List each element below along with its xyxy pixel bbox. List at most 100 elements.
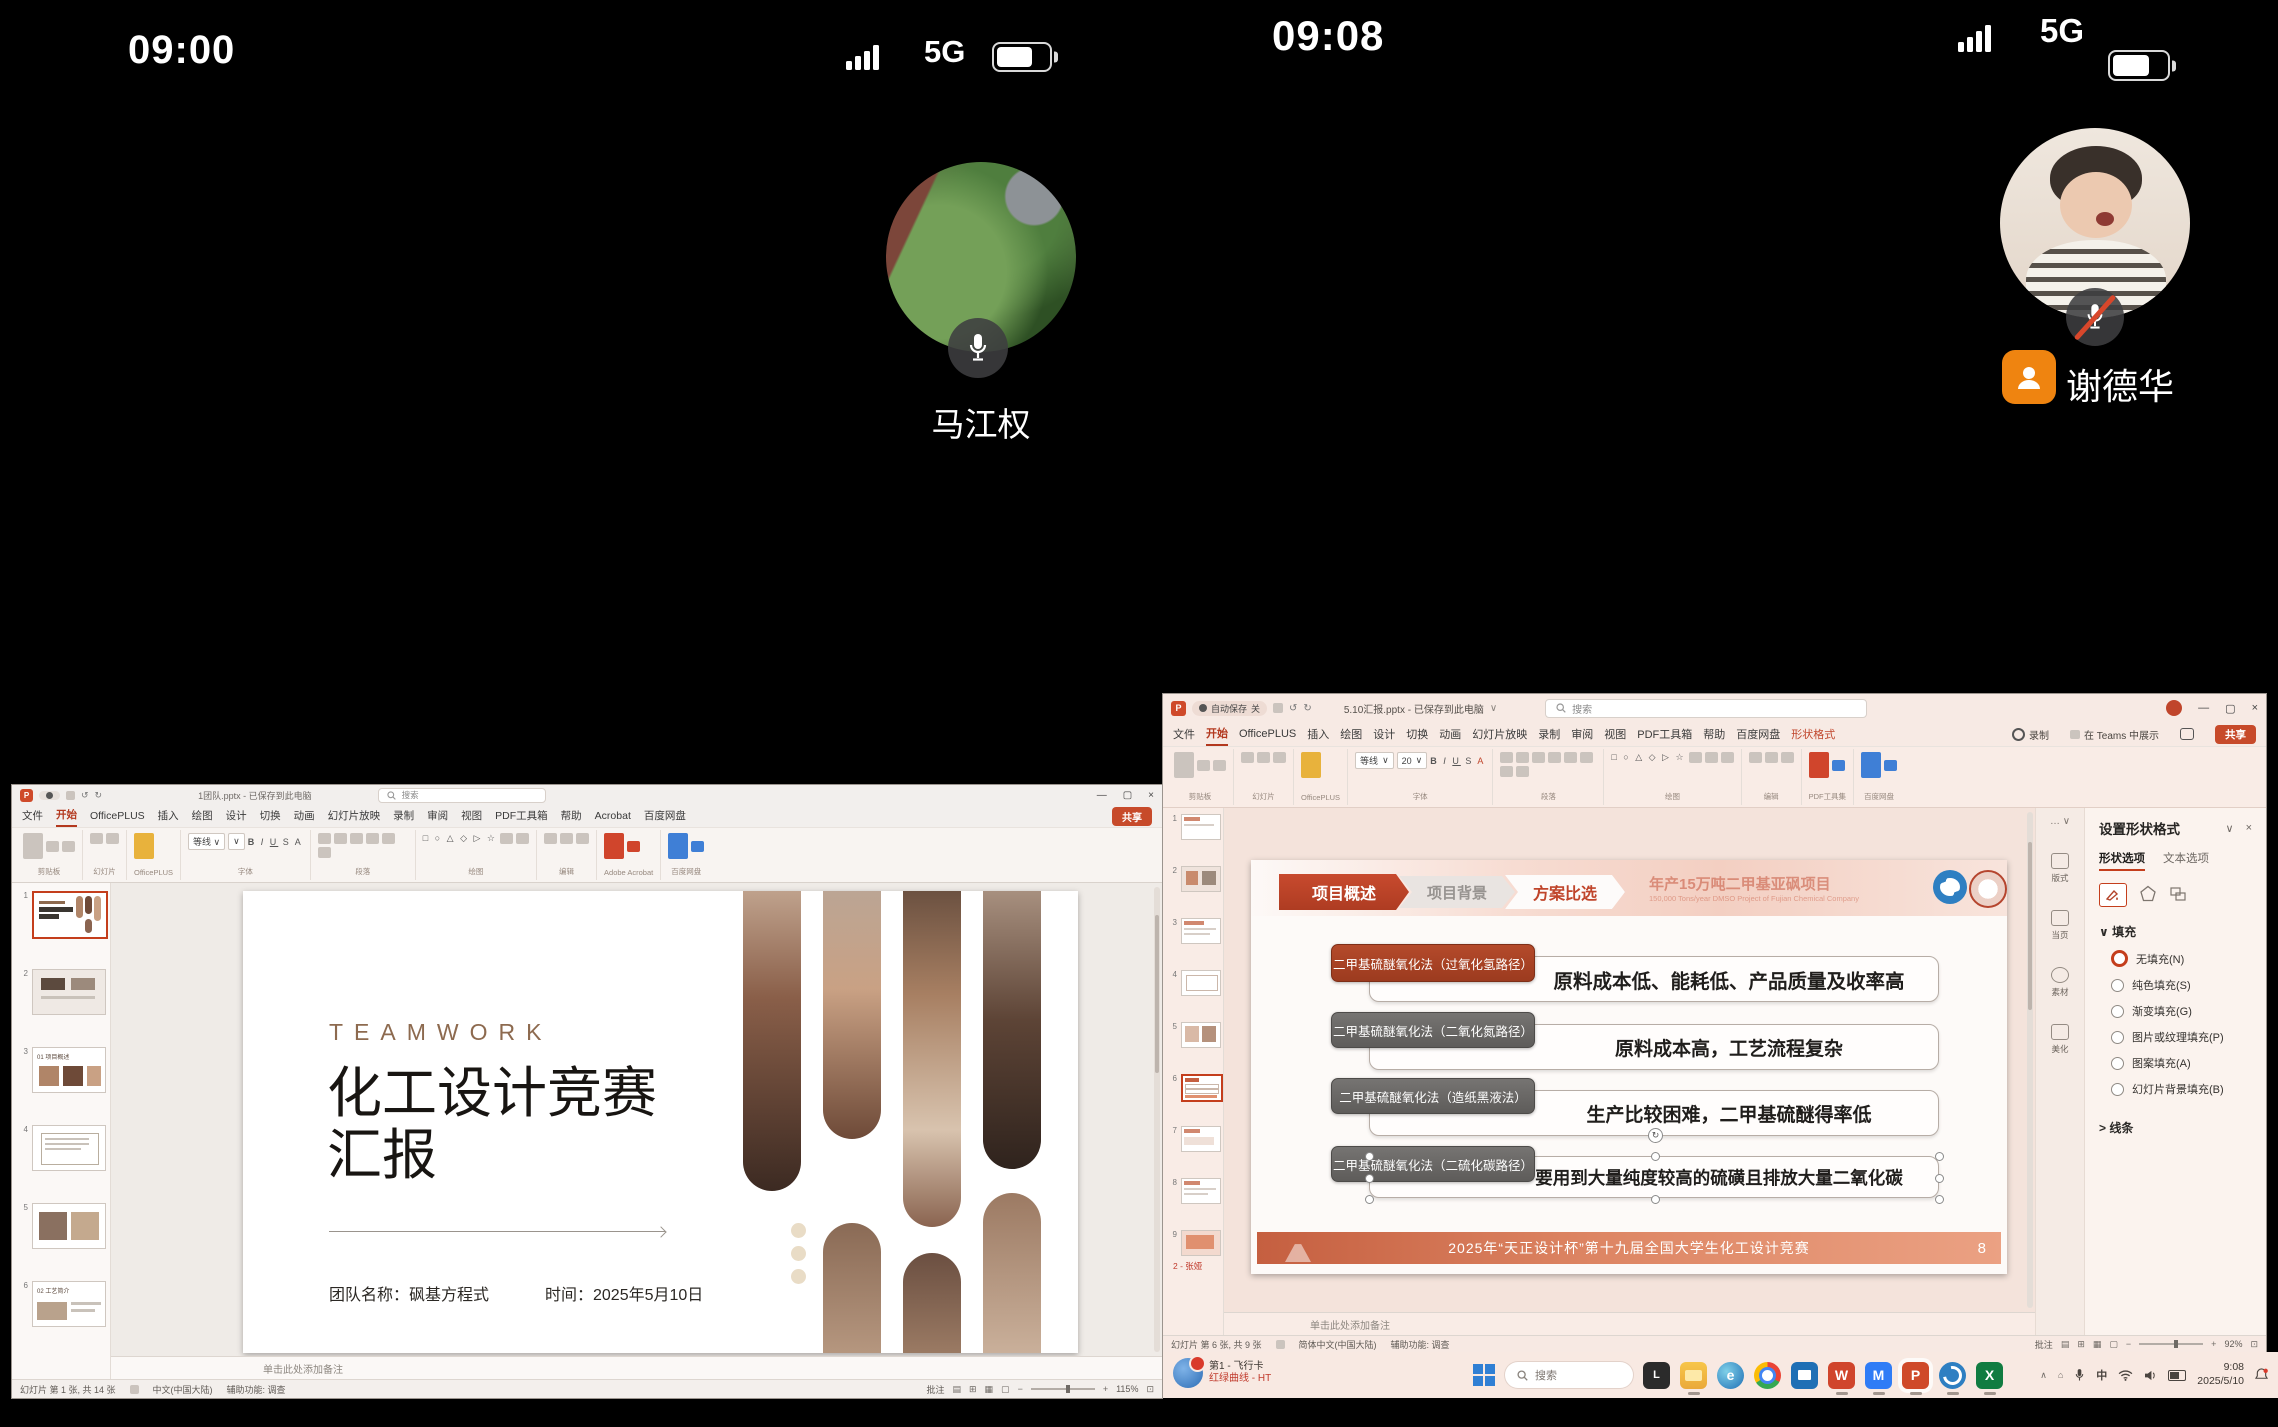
app-icon-company[interactable] (1939, 1362, 1966, 1389)
create-pdf-button[interactable] (604, 833, 624, 859)
tab-home[interactable]: 开始 (56, 805, 77, 827)
taskbar-notification-widget[interactable]: 第1 - 飞行卡 红绿曲线 - HT (1173, 1358, 1271, 1388)
save-to-netdisk-button[interactable] (668, 833, 688, 859)
share-button[interactable]: 共享 (2215, 725, 2256, 744)
fill-section-header[interactable]: ∨ 填充 (2099, 923, 2252, 940)
ribbon-button[interactable] (1516, 766, 1529, 777)
ribbon-button[interactable] (1500, 752, 1513, 763)
save-icon[interactable] (66, 791, 75, 800)
selection-handle[interactable] (1651, 1195, 1660, 1204)
zoom-slider[interactable] (2139, 1343, 2203, 1345)
ribbon-button[interactable] (1273, 752, 1286, 763)
notes-pane-left[interactable]: 单击此处添加备注 (111, 1356, 1162, 1379)
tab-baidu-netdisk[interactable]: 百度网盘 (1736, 724, 1780, 745)
taskbar-search[interactable]: 搜索 (1505, 1362, 1633, 1388)
tab-officeplus[interactable]: OfficePLUS (90, 808, 145, 825)
slide-thumbnail-9[interactable]: 9 (1167, 1230, 1221, 1256)
line-section-header[interactable]: > 线条 (2099, 1119, 2252, 1136)
slide-thumbnail-2[interactable]: 2 (1167, 866, 1221, 892)
selection-handle[interactable] (1365, 1152, 1374, 1161)
slide-thumbnail-5[interactable]: 5 (1167, 1022, 1221, 1048)
language-indicator[interactable]: 中文(中国大陆) (153, 1383, 213, 1396)
method-label-1[interactable]: 二甲基硫醚氧化法（过氧化氢路径） (1331, 944, 1535, 982)
fill-option-pattern[interactable]: 图案填充(A) (2111, 1055, 2252, 1071)
shape-outline-button[interactable] (516, 833, 529, 844)
tab-pdftools[interactable]: PDF工具箱 (495, 806, 548, 826)
slide-thumbnail-1[interactable]: 1 (1167, 814, 1221, 840)
ribbon-button[interactable] (334, 833, 347, 844)
windows-start-button[interactable] (1473, 1364, 1495, 1386)
redo-icon[interactable]: ↻ (1303, 703, 1311, 714)
minimize-button[interactable]: — (2198, 702, 2209, 714)
vertical-scrollbar[interactable] (2027, 812, 2033, 1308)
redo-icon[interactable]: ↻ (95, 790, 103, 801)
reading-view-icon[interactable]: ▦ (985, 1384, 994, 1395)
method-label-4[interactable]: 二甲基硫醚氧化法（二硫化碳路径） (1331, 1146, 1535, 1182)
ribbon-button[interactable] (62, 841, 75, 852)
accessibility-status[interactable]: 辅助功能: 调查 (1391, 1338, 1450, 1351)
ribbon-button[interactable] (1257, 752, 1270, 763)
slideshow-icon[interactable]: ▢ (1001, 1384, 1010, 1395)
panel-tab-shape-options[interactable]: 形状选项 (2099, 850, 2145, 871)
new-slide-button[interactable] (1241, 752, 1254, 763)
app-icon-wps[interactable]: W (1828, 1362, 1855, 1389)
app-icon-chrome[interactable] (1754, 1362, 1781, 1389)
replace-button[interactable] (560, 833, 573, 844)
tab-slideshow[interactable]: 幻灯片放映 (328, 806, 381, 826)
shape-fill-button[interactable] (1689, 752, 1702, 763)
selection-handle[interactable] (1935, 1174, 1944, 1183)
ribbon-button[interactable] (1516, 752, 1529, 763)
new-slide-button[interactable] (90, 833, 103, 844)
ribbon-button[interactable] (1580, 752, 1593, 763)
fill-option-solid[interactable]: 纯色填充(S) (2111, 977, 2252, 993)
accessibility-status[interactable]: 辅助功能: 调查 (227, 1383, 286, 1396)
ribbon-button[interactable] (1832, 760, 1845, 771)
slide-thumbnail-4[interactable]: 4 (18, 1125, 106, 1171)
app-icon-store[interactable] (1791, 1362, 1818, 1389)
tray-battery-icon[interactable] (2168, 1370, 2186, 1381)
app-icon-meeting[interactable]: M (1865, 1362, 1892, 1389)
fill-and-line-icon[interactable] (2099, 883, 2127, 907)
zoom-level[interactable]: 115% (1116, 1384, 1138, 1394)
app-icon-powerpoint[interactable]: P (1902, 1362, 1929, 1389)
paste-button[interactable] (23, 833, 43, 859)
tray-home-icon[interactable]: ⌂ (2058, 1370, 2063, 1380)
tab-review[interactable]: 审阅 (1571, 724, 1593, 745)
fill-option-background[interactable]: 幻灯片背景填充(B) (2111, 1081, 2252, 1097)
replace-button[interactable] (1765, 752, 1778, 763)
tray-wifi-icon[interactable] (2118, 1370, 2133, 1381)
tray-ime-indicator[interactable]: 中 (2096, 1367, 2107, 1383)
vertical-scrollbar[interactable] (1154, 887, 1160, 1352)
tab-view[interactable]: 视图 (1604, 724, 1626, 745)
tab-home[interactable]: 开始 (1206, 723, 1228, 746)
tab-transitions[interactable]: 切换 (260, 806, 281, 826)
rotate-handle[interactable]: ↻ (1648, 1128, 1663, 1143)
display-settings-icon[interactable] (1276, 1340, 1285, 1349)
size-properties-icon[interactable] (2169, 886, 2187, 905)
ribbon-button[interactable] (1809, 752, 1829, 778)
ribbon-button[interactable] (1564, 752, 1577, 763)
present-in-teams-button[interactable]: 在 Teams 中展示 (2070, 727, 2159, 742)
method-label-3[interactable]: 二甲基硫醚氧化法（造纸黑液法） (1331, 1078, 1535, 1114)
account-avatar[interactable] (2166, 700, 2182, 716)
search-box[interactable]: 搜索 (378, 788, 546, 803)
tab-view[interactable]: 视图 (461, 806, 482, 826)
effects-icon[interactable] (2139, 885, 2157, 906)
panel-close-icon[interactable]: × (2246, 822, 2252, 834)
normal-view-icon[interactable]: ▤ (2061, 1339, 2070, 1350)
ribbon-button[interactable] (1197, 760, 1210, 771)
tab-animations[interactable]: 动画 (1439, 724, 1461, 745)
app-icon-excel[interactable]: X (1976, 1362, 2003, 1389)
slide-thumbnail-3[interactable]: 3 (1167, 918, 1221, 944)
app-icon-file-explorer[interactable] (1680, 1362, 1707, 1389)
arrange-button[interactable] (1721, 752, 1734, 763)
undo-icon[interactable]: ↺ (81, 790, 89, 801)
tab-animations[interactable]: 动画 (294, 806, 315, 826)
panel-collapse-icon[interactable]: ∨ (2226, 822, 2234, 835)
fill-option-picture[interactable]: 图片或纹理填充(P) (2111, 1029, 2252, 1045)
ribbon-button[interactable] (106, 833, 119, 844)
collapse-icon[interactable]: … ∨ (2050, 816, 2070, 827)
fit-to-window-icon[interactable]: ⊡ (1146, 1384, 1154, 1395)
ribbon-button[interactable] (1301, 752, 1321, 778)
select-button[interactable] (1781, 752, 1794, 763)
